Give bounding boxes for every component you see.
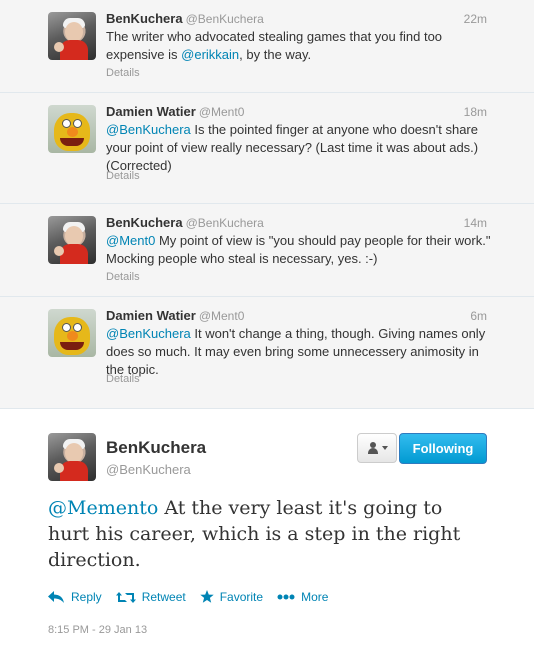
more-button[interactable]: More xyxy=(277,590,328,604)
avatar-shirt xyxy=(60,244,88,264)
more-dots-icon xyxy=(277,594,295,600)
author-name[interactable]: BenKuchera xyxy=(106,215,183,230)
tweet-actions: Reply Retweet Favorite More xyxy=(48,590,342,604)
avatar-hand xyxy=(54,463,64,473)
author-name[interactable]: BenKuchera xyxy=(106,438,206,458)
avatar-nose xyxy=(67,127,78,137)
mention-link[interactable]: @Ment0 xyxy=(106,233,155,248)
details-link[interactable]: Details xyxy=(106,271,140,283)
avatar[interactable] xyxy=(48,12,96,60)
tweet-text: @Memento At the very least it's going to… xyxy=(48,495,488,573)
author-handle[interactable]: @Ment0 xyxy=(199,309,245,323)
more-label[interactable]: More xyxy=(301,590,328,604)
caret-down-icon xyxy=(381,446,388,450)
tweet[interactable]: BenKuchera @BenKuchera 22m The writer who… xyxy=(0,0,534,93)
avatar-shirt xyxy=(60,40,88,60)
author-name[interactable]: Damien Watier xyxy=(106,104,196,119)
details-link[interactable]: Details xyxy=(106,67,140,79)
tweet-text: @BenKuchera It won't change a thing, tho… xyxy=(106,325,491,379)
person-icon xyxy=(367,442,379,454)
tweet[interactable]: BenKuchera @BenKuchera 14m @Ment0 My poin… xyxy=(0,204,534,297)
favorite-button[interactable]: Favorite xyxy=(200,590,263,604)
avatar[interactable] xyxy=(48,105,96,153)
mention-link[interactable]: @BenKuchera xyxy=(106,122,191,137)
star-icon xyxy=(200,590,214,603)
avatar-face xyxy=(65,443,83,463)
tweet[interactable]: Damien Watier @Ment0 6m @BenKuchera It wo… xyxy=(0,297,534,409)
details-link[interactable]: Details xyxy=(106,170,140,182)
tweet-text-part: , by the way. xyxy=(239,47,312,62)
favorite-label[interactable]: Favorite xyxy=(220,590,263,604)
mention-link[interactable]: @BenKuchera xyxy=(106,326,191,341)
reply-label[interactable]: Reply xyxy=(71,590,102,604)
details-link[interactable]: Details xyxy=(106,373,140,385)
avatar-shirt xyxy=(60,461,88,481)
author-handle[interactable]: @Ment0 xyxy=(199,105,245,119)
author-name[interactable]: Damien Watier xyxy=(106,308,196,323)
tweet-author[interactable]: Damien Watier @Ment0 xyxy=(106,308,244,323)
tweet[interactable]: Damien Watier @Ment0 18m @BenKuchera Is t… xyxy=(0,93,534,204)
avatar-nose xyxy=(67,331,78,341)
author-handle[interactable]: @BenKuchera xyxy=(106,462,191,477)
tweet-text-part: My point of view is "you should pay peop… xyxy=(106,233,491,266)
expanded-tweet: BenKuchera @BenKuchera Following @Mement… xyxy=(0,409,534,670)
tweet-time[interactable]: 14m xyxy=(464,216,487,230)
avatar-face xyxy=(65,226,83,246)
avatar-face xyxy=(65,22,83,42)
tweet-text: @BenKuchera Is the pointed finger at any… xyxy=(106,121,491,175)
retweet-button[interactable]: Retweet xyxy=(115,590,186,604)
reply-button[interactable]: Reply xyxy=(48,590,102,604)
tweet-time[interactable]: 6m xyxy=(470,309,487,323)
mention-link[interactable]: @Memento xyxy=(48,497,158,519)
mention-link[interactable]: @erikkain xyxy=(181,47,239,62)
retweet-icon xyxy=(115,591,136,603)
tweet-time[interactable]: 18m xyxy=(464,105,487,119)
tweet-author[interactable]: BenKuchera @BenKuchera xyxy=(106,11,264,26)
author-handle[interactable]: @BenKuchera xyxy=(186,216,264,230)
author-name[interactable]: BenKuchera xyxy=(106,11,183,26)
following-button[interactable]: Following xyxy=(399,433,487,464)
tweet-text: The writer who advocated stealing games … xyxy=(106,28,491,64)
reply-icon xyxy=(48,591,64,603)
avatar[interactable] xyxy=(48,309,96,357)
avatar[interactable] xyxy=(48,433,96,481)
tweet-time[interactable]: 22m xyxy=(464,12,487,26)
retweet-label[interactable]: Retweet xyxy=(142,590,186,604)
tweet-timestamp[interactable]: 8:15 PM - 29 Jan 13 xyxy=(48,624,147,636)
avatar-hand xyxy=(54,42,64,52)
avatar-hand xyxy=(54,246,64,256)
avatar[interactable] xyxy=(48,216,96,264)
user-actions-dropdown[interactable] xyxy=(357,433,397,463)
tweet-author[interactable]: Damien Watier @Ment0 xyxy=(106,104,244,119)
tweet-author[interactable]: BenKuchera @BenKuchera xyxy=(106,215,264,230)
conversation-timeline: BenKuchera @BenKuchera 22m The writer who… xyxy=(0,0,534,409)
author-handle[interactable]: @BenKuchera xyxy=(186,12,264,26)
tweet-text: @Ment0 My point of view is "you should p… xyxy=(106,232,491,268)
